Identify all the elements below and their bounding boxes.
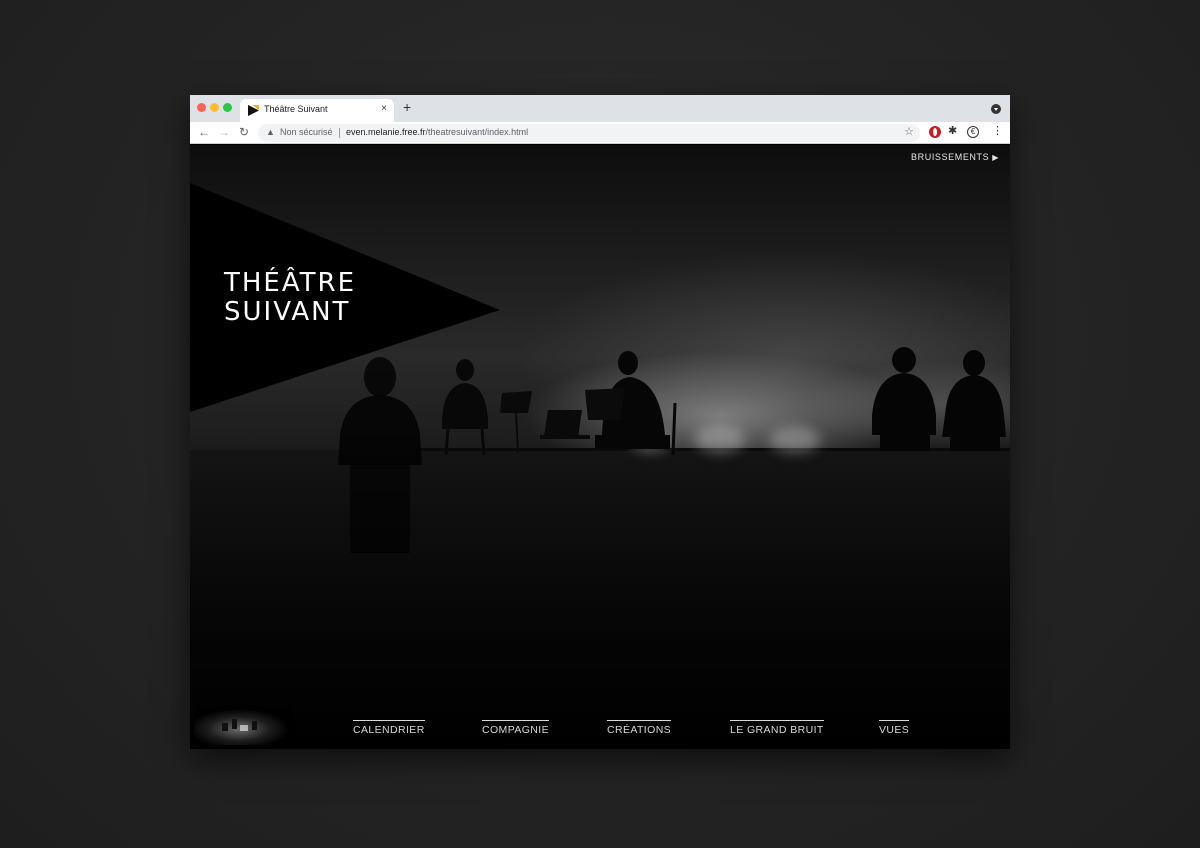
opera-icon[interactable] (929, 126, 941, 138)
tab-title: Théâtre Suivant (264, 104, 328, 114)
euro-icon[interactable]: € (967, 126, 979, 138)
page-content: THÉÂTRE SUIVANT BRUISSEMENTS ▶ CALENDRIER… (190, 145, 1010, 749)
omnibox-divider (339, 128, 340, 138)
tab-close-icon[interactable]: × (381, 103, 387, 114)
puzzle-icon[interactable]: ✱ (948, 124, 960, 137)
nav-calendrier[interactable]: CALENDRIER (353, 720, 425, 736)
logo-line-1: THÉÂTRE (224, 268, 357, 298)
nav-creations[interactable]: CRÉATIONS (607, 720, 672, 736)
minimize-window-button[interactable] (210, 103, 219, 112)
maximize-window-button[interactable] (223, 103, 232, 112)
nav-vues[interactable]: VUES (879, 720, 910, 736)
new-tab-button[interactable]: + (403, 99, 411, 115)
tab-search-button[interactable] (991, 104, 1001, 114)
bruissements-label: BRUISSEMENTS (911, 152, 990, 162)
play-icon: ▶ (992, 153, 999, 162)
nav-compagnie[interactable]: COMPAGNIE (482, 720, 549, 736)
site-favicon-icon (248, 105, 259, 116)
tab-theatre-suivant[interactable]: Théâtre Suivant × (240, 99, 394, 122)
warning-icon[interactable]: ▲ (266, 127, 275, 137)
url-host: even.melanie.free.fr (346, 127, 426, 137)
forward-arrow-icon[interactable]: → (218, 125, 230, 140)
address-bar[interactable]: ▲ Non sécurisé even.melanie.free.fr/thea… (258, 124, 920, 142)
stage-thumbnail[interactable] (194, 705, 294, 745)
browser-toolbar: ← → ↻ ▲ Non sécurisé even.melanie.free.f… (190, 122, 1010, 144)
url-text[interactable]: even.melanie.free.fr/theatresuivant/inde… (346, 127, 528, 137)
close-window-button[interactable] (197, 103, 206, 112)
back-arrow-icon[interactable]: ← (198, 125, 210, 140)
star-icon[interactable]: ☆ (904, 125, 914, 138)
bruissements-link[interactable]: BRUISSEMENTS ▶ (911, 152, 999, 162)
security-label: Non sécurisé (280, 127, 333, 137)
logo-line-2: SUIVANT (224, 297, 351, 327)
tab-bar: Théâtre Suivant × + (190, 95, 1010, 122)
url-path: /theatresuivant/index.html (425, 127, 529, 137)
nav-le-grand-bruit[interactable]: LE GRAND BRUIT (730, 720, 824, 736)
menu-icon[interactable]: ⋮ (992, 124, 1003, 137)
site-logo[interactable]: THÉÂTRE SUIVANT (224, 269, 356, 327)
browser-window: Théâtre Suivant × + ← → ↻ ▲ Non sécurisé… (190, 95, 1010, 749)
reload-icon[interactable]: ↻ (239, 125, 249, 140)
